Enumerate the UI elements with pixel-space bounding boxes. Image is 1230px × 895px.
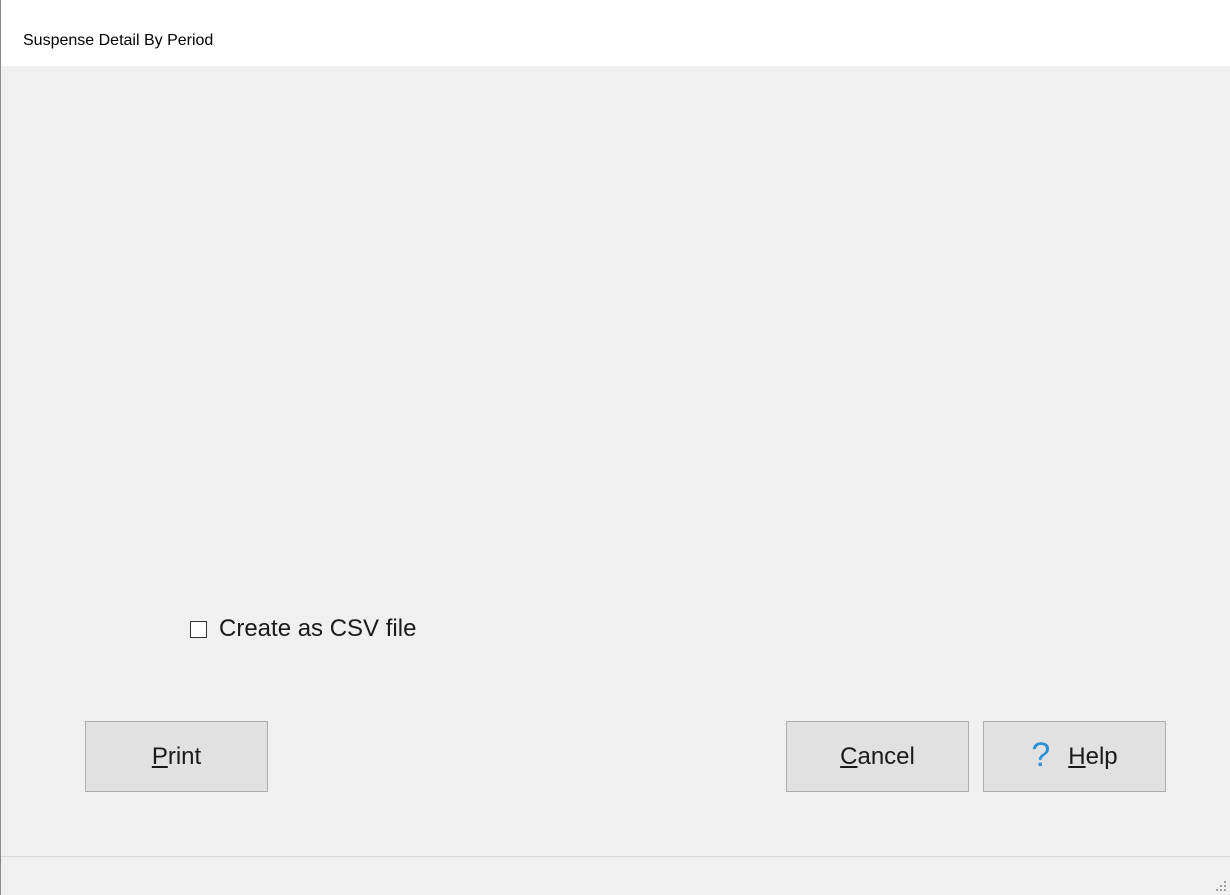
resize-grip-icon[interactable] bbox=[1214, 879, 1226, 891]
print-button[interactable]: Print bbox=[85, 721, 268, 792]
help-question-icon: ? bbox=[1031, 735, 1051, 774]
print-mnemonic: P bbox=[151, 742, 168, 770]
window-title: Suspense Detail By Period bbox=[23, 32, 214, 49]
csv-checkbox-label[interactable]: Create as CSV file bbox=[219, 615, 416, 643]
status-bar bbox=[1, 857, 1230, 895]
csv-checkbox[interactable] bbox=[190, 620, 207, 638]
help-mnemonic: H bbox=[1068, 742, 1086, 770]
help-button[interactable]: ? Help bbox=[983, 721, 1166, 792]
report-dialog-window: Suspense Detail By Period Create as CSV … bbox=[0, 0, 1230, 895]
cancel-mnemonic: C bbox=[840, 742, 858, 770]
help-label-rest: elp bbox=[1085, 742, 1118, 770]
cancel-label-rest: ancel bbox=[857, 742, 915, 770]
cancel-button[interactable]: Cancel bbox=[786, 721, 969, 792]
print-label-rest: rint bbox=[167, 742, 202, 770]
title-bar[interactable]: Suspense Detail By Period bbox=[1, 0, 1230, 66]
csv-option[interactable]: Create as CSV file bbox=[190, 614, 416, 644]
